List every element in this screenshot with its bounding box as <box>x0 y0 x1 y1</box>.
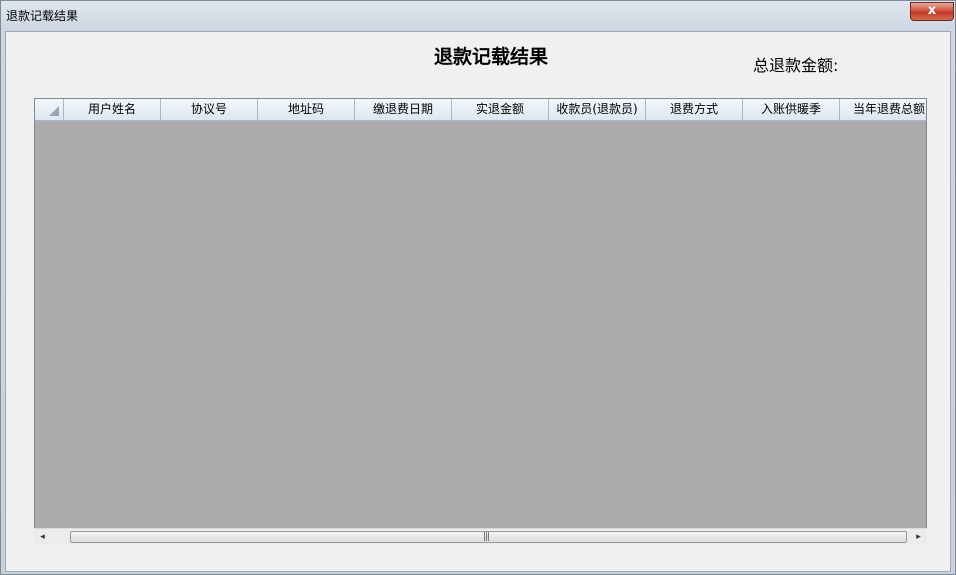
column-header-user-name[interactable]: 用户姓名 <box>64 99 161 120</box>
grip-icon: ||| <box>483 532 490 542</box>
column-header-cashier[interactable]: 收款员(退款员) <box>549 99 646 120</box>
column-header-agreement-no[interactable]: 协议号 <box>161 99 258 120</box>
page-title: 退款记载结果 <box>434 46 549 68</box>
total-refund-amount-label: 总退款金额: <box>753 56 839 75</box>
select-all-corner[interactable] <box>35 99 64 120</box>
grid-header-row: 用户姓名 协议号 地址码 缴退费日期 实退金额 收款员(退款员) 退费方式 入账… <box>35 99 926 121</box>
refund-result-window: 退款记载结果 x 退款记载结果 总退款金额: 用户姓名 协议号 地址码 缴退费日… <box>0 0 956 575</box>
form-client-area: 退款记载结果 总退款金额: 用户姓名 协议号 地址码 缴退费日期 实退金额 收款… <box>5 31 951 572</box>
title-bar[interactable]: 退款记载结果 x <box>1 1 955 31</box>
window-title: 退款记载结果 <box>6 9 79 23</box>
close-icon: x <box>927 3 937 18</box>
scrollbar-thumb[interactable]: ||| <box>70 531 907 543</box>
refund-records-grid[interactable]: 用户姓名 协议号 地址码 缴退费日期 实退金额 收款员(退款员) 退费方式 入账… <box>34 98 927 545</box>
scroll-right-arrow-icon[interactable]: ▸ <box>910 529 927 545</box>
column-header-refund-method[interactable]: 退费方式 <box>646 99 743 120</box>
corner-triangle-icon <box>49 106 59 116</box>
horizontal-scrollbar[interactable]: ◂ ||| ▸ <box>34 528 927 545</box>
column-header-annual-refund-total[interactable]: 当年退费总额 <box>840 99 938 120</box>
column-header-address-code[interactable]: 地址码 <box>258 99 355 120</box>
scroll-left-arrow-icon[interactable]: ◂ <box>34 529 51 545</box>
column-header-payment-refund-date[interactable]: 缴退费日期 <box>355 99 452 120</box>
column-header-heating-season[interactable]: 入账供暖季 <box>743 99 840 120</box>
column-header-actual-refund-amount[interactable]: 实退金额 <box>452 99 549 120</box>
close-button[interactable]: x <box>910 2 954 21</box>
